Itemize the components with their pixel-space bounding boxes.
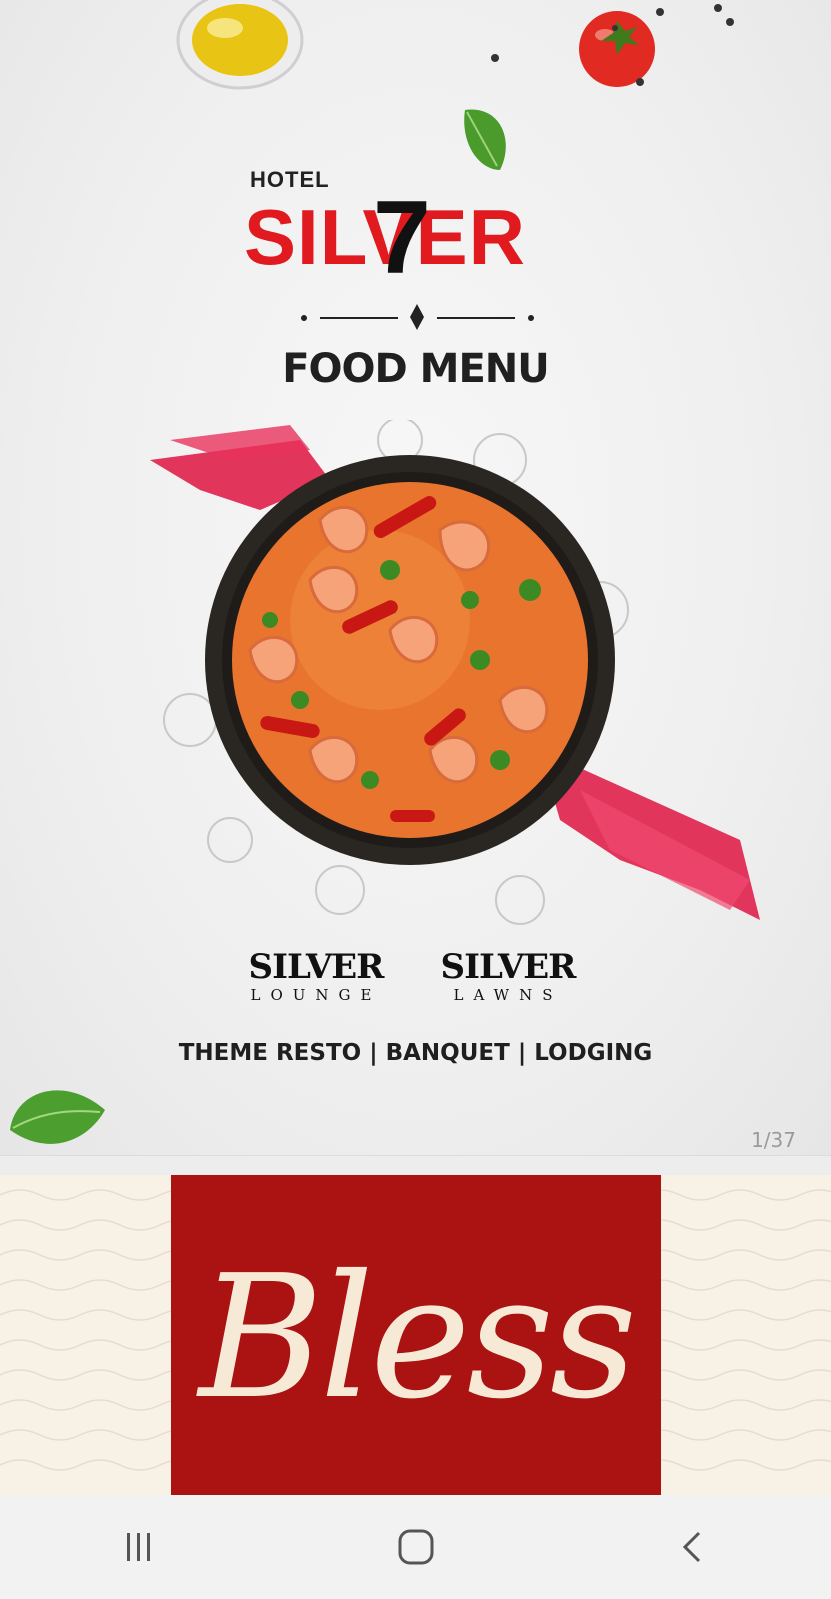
bless-panel: Bless: [171, 1175, 661, 1495]
silver-lounge-subtitle: LOUNGE: [250, 986, 382, 1004]
home-icon: [398, 1529, 433, 1565]
logo-seven-mark: 7: [373, 180, 431, 296]
bless-heading: Bless: [198, 1239, 637, 1437]
home-button[interactable]: [376, 1517, 456, 1577]
recent-apps-icon: [126, 1533, 150, 1561]
basil-leaf-decoration: [464, 109, 506, 170]
back-icon: [682, 1531, 700, 1563]
page-title: FOOD MENU: [282, 346, 550, 392]
silver-lawns-subtitle: LAWNS: [453, 986, 563, 1004]
ornament-divider-icon: [301, 304, 534, 330]
peppercorn-decoration: [491, 4, 734, 86]
shrimp-curry-dish-image: [150, 420, 760, 925]
silver-lawns-name: SILVER: [440, 947, 577, 987]
basil-leaf-decoration: [10, 1090, 105, 1144]
system-navigation-bar: [0, 1495, 831, 1599]
menu-page-1[interactable]: HOTEL SILVER 7 FOOD MENU SILVER LOUNGE S…: [0, 0, 831, 1155]
recent-apps-button[interactable]: [99, 1517, 179, 1577]
back-button[interactable]: [653, 1517, 733, 1577]
page-counter: 1/37: [751, 1128, 796, 1152]
menu-page-2[interactable]: Bless: [0, 1175, 831, 1495]
logo-hotel-label: HOTEL: [250, 167, 330, 192]
oil-bowl-decoration: [176, 0, 304, 90]
silver-lounge-logo: SILVER LOUNGE: [236, 950, 396, 1004]
silver-lounge-name: SILVER: [248, 947, 385, 987]
silver-lawns-logo: SILVER LAWNS: [428, 950, 588, 1004]
tagline: THEME RESTO | BANQUET | LODGING: [178, 1040, 653, 1066]
page-divider: [0, 1155, 831, 1176]
